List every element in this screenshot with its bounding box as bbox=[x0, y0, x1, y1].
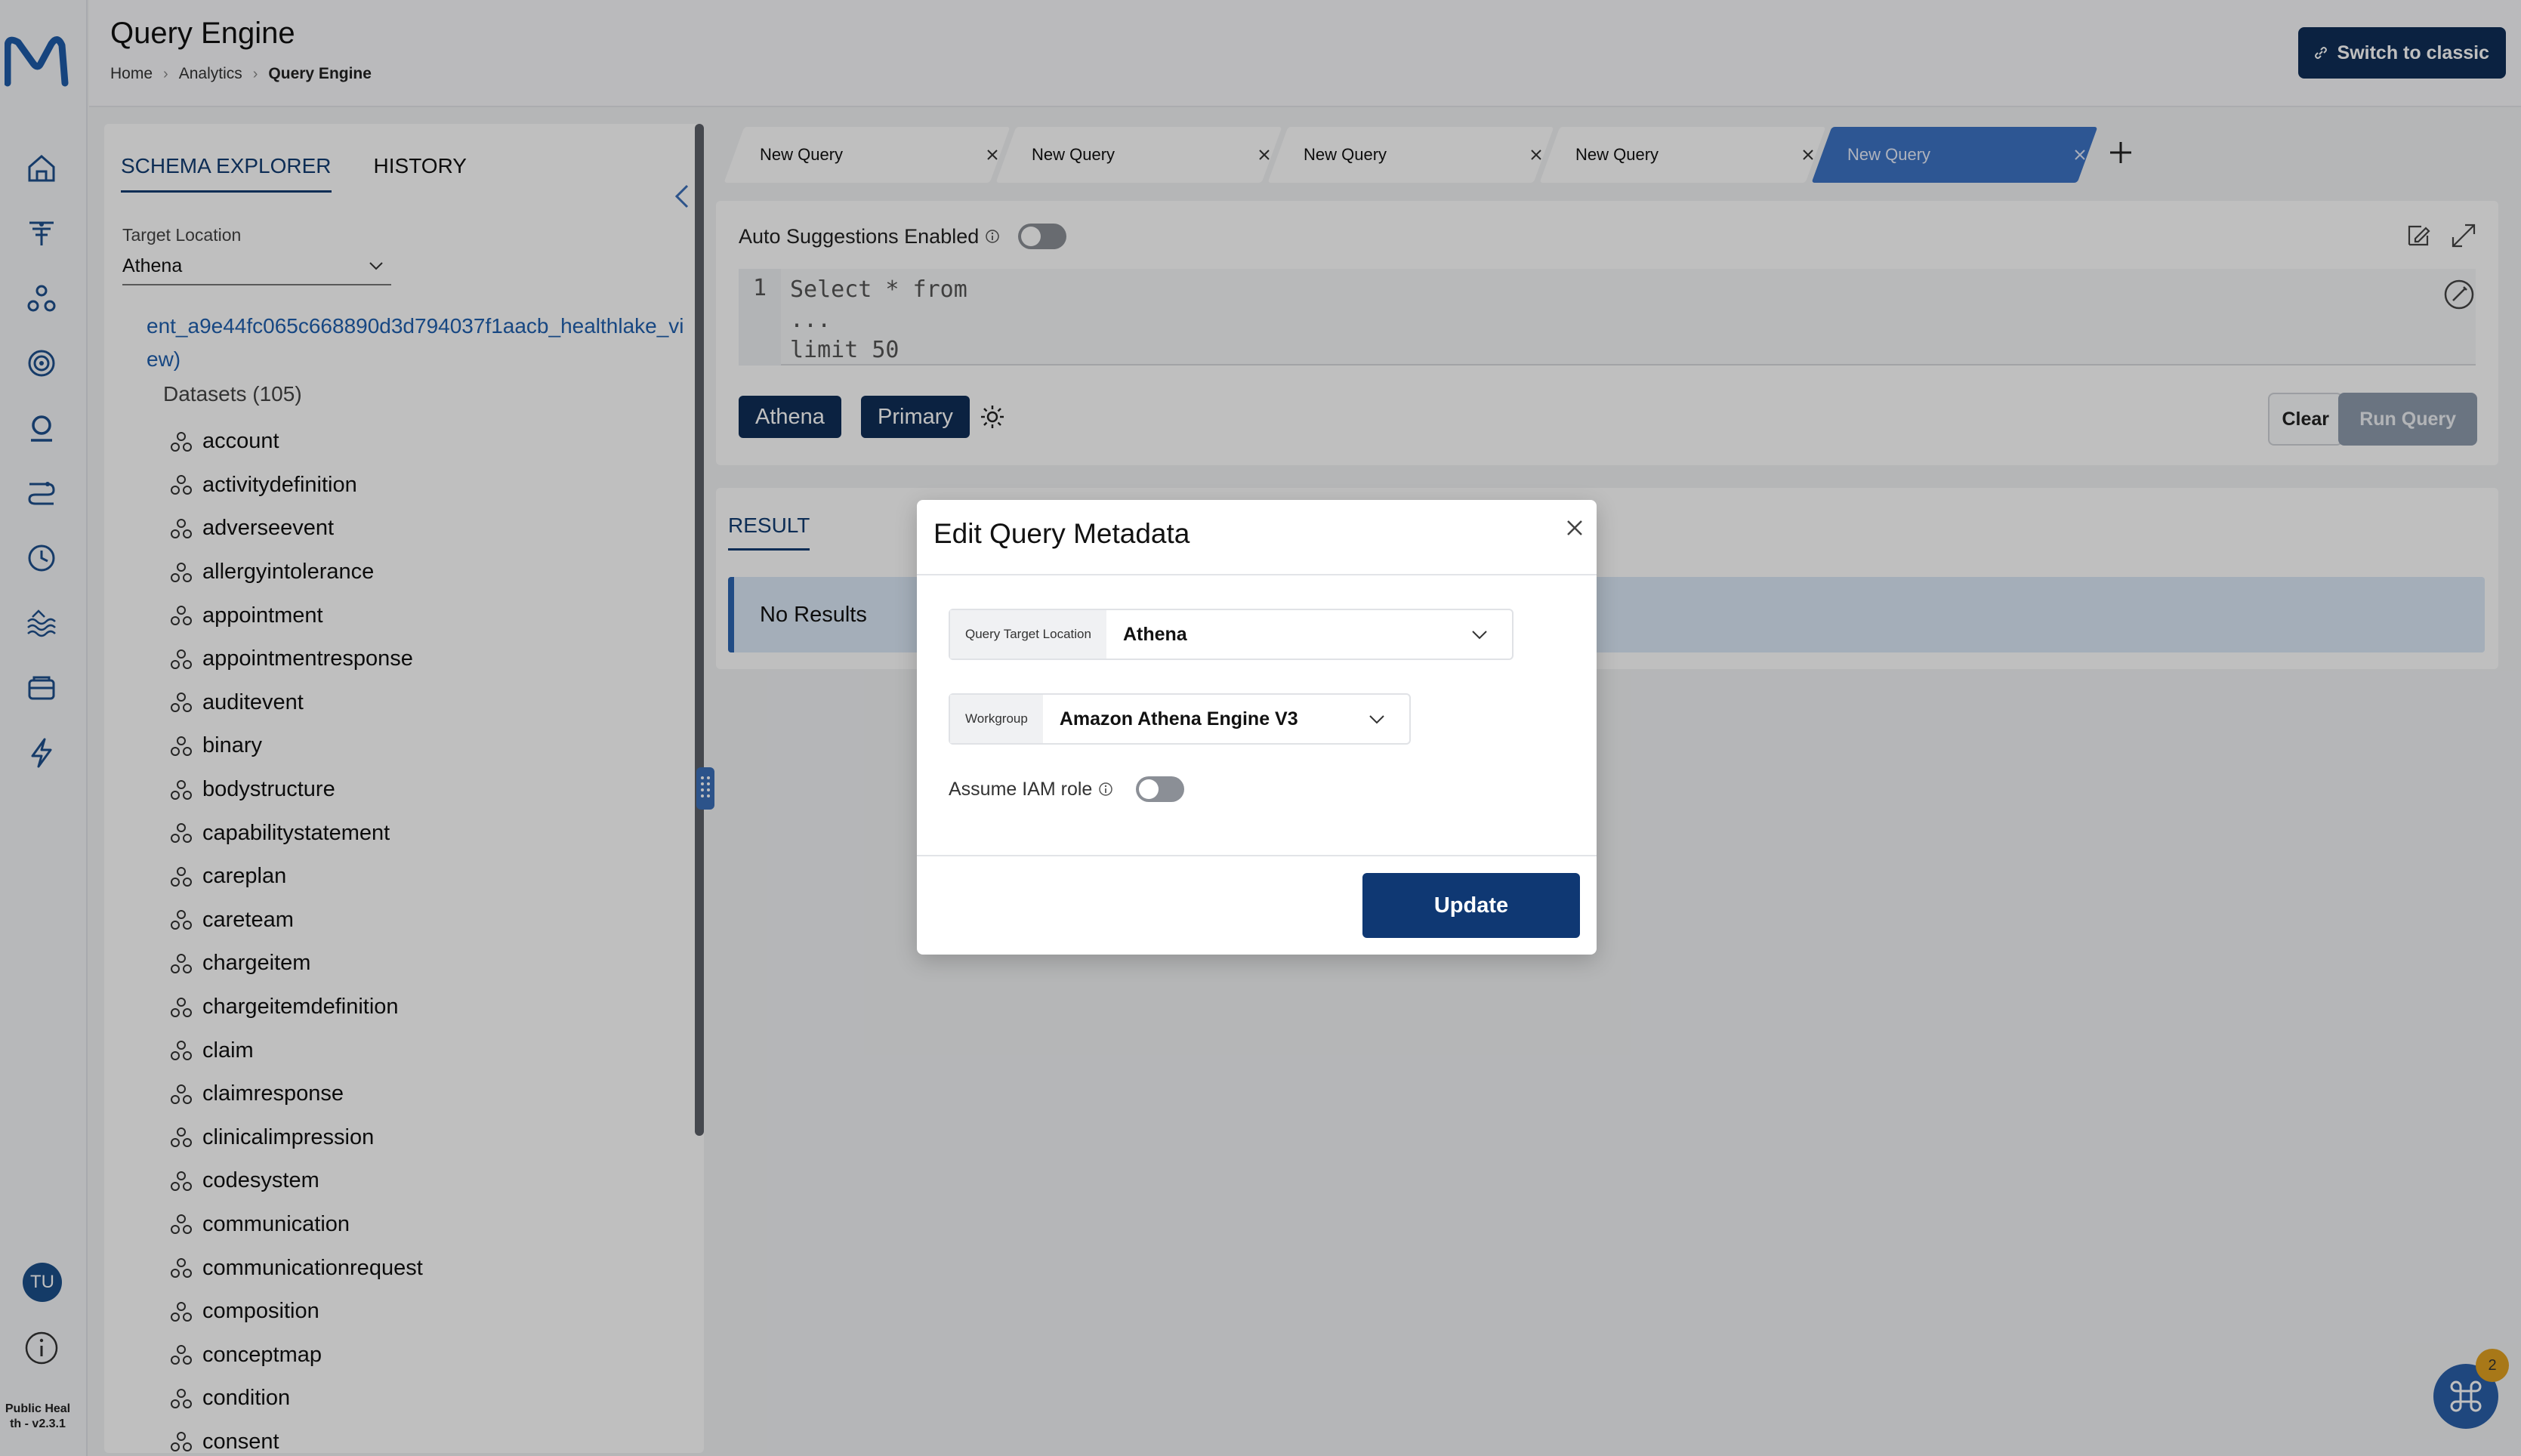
field-value: Athena bbox=[1122, 623, 1187, 645]
divider bbox=[917, 855, 1597, 856]
field-label: Workgroup bbox=[950, 695, 1043, 743]
chevron-down-icon bbox=[1472, 631, 1487, 640]
field-value: Amazon Athena Engine V3 bbox=[1059, 708, 1298, 730]
update-button[interactable]: Update bbox=[1362, 873, 1580, 938]
assume-iam-role-label: Assume IAM role bbox=[949, 778, 1093, 800]
chevron-down-icon bbox=[1369, 715, 1384, 724]
assume-iam-role: Assume IAM role bbox=[949, 776, 1185, 802]
dialog-title: Edit Query Metadata bbox=[933, 518, 1190, 549]
assume-iam-role-toggle[interactable] bbox=[1136, 776, 1185, 802]
workgroup-select[interactable]: Workgroup Amazon Athena Engine V3 bbox=[949, 693, 1411, 745]
field-label: Query Target Location bbox=[950, 610, 1106, 659]
query-target-location-select[interactable]: Query Target Location Athena bbox=[949, 609, 1514, 660]
close-icon[interactable] bbox=[1563, 517, 1586, 539]
divider bbox=[917, 574, 1597, 575]
edit-query-metadata-dialog: Edit Query Metadata Query Target Locatio… bbox=[917, 500, 1597, 955]
info-icon[interactable] bbox=[1098, 782, 1113, 797]
